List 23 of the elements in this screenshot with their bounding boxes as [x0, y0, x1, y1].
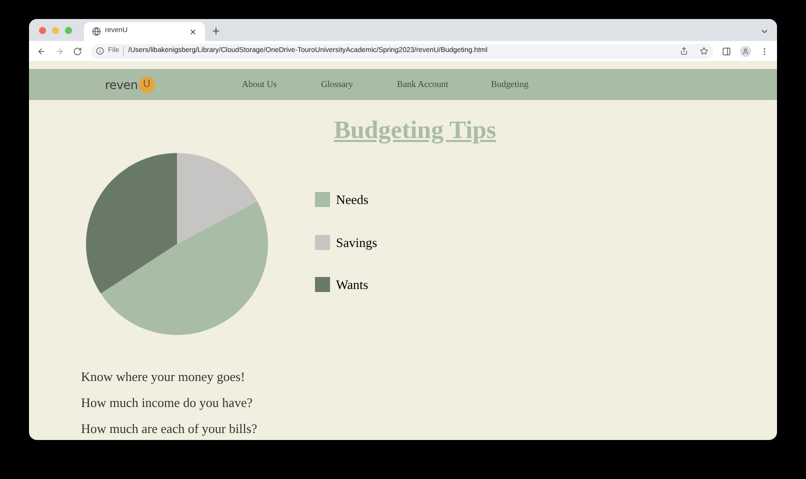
reload-icon[interactable]: [73, 46, 82, 56]
chevron-down-icon[interactable]: [760, 27, 769, 36]
logo[interactable]: reven U: [105, 76, 242, 94]
tip-text: How much income do you have?: [81, 394, 254, 412]
share-icon[interactable]: [680, 47, 688, 55]
page-title: Budgeting Tips: [332, 116, 498, 146]
legend-label: Wants: [336, 276, 368, 294]
nav-link[interactable]: Glossary: [321, 78, 397, 92]
side-panel-icon[interactable]: [722, 46, 731, 56]
close-icon[interactable]: [189, 28, 197, 36]
legend-label: Needs: [336, 191, 368, 209]
nav-link[interactable]: About Us: [242, 78, 321, 92]
bookmark-star-icon[interactable]: [700, 47, 708, 55]
new-tab-icon[interactable]: [211, 26, 221, 36]
info-icon: [96, 47, 104, 55]
profile-avatar[interactable]: [740, 46, 751, 56]
tip-text: How much are each of your bills?: [81, 420, 258, 438]
nav-link[interactable]: Bank Account: [397, 78, 491, 92]
tip-text: Know where your money goes!: [81, 368, 246, 386]
legend-label: Savings: [336, 234, 378, 252]
nav-link[interactable]: Budgeting: [491, 78, 528, 92]
globe-icon: [92, 27, 101, 36]
back-icon[interactable]: [37, 46, 46, 56]
